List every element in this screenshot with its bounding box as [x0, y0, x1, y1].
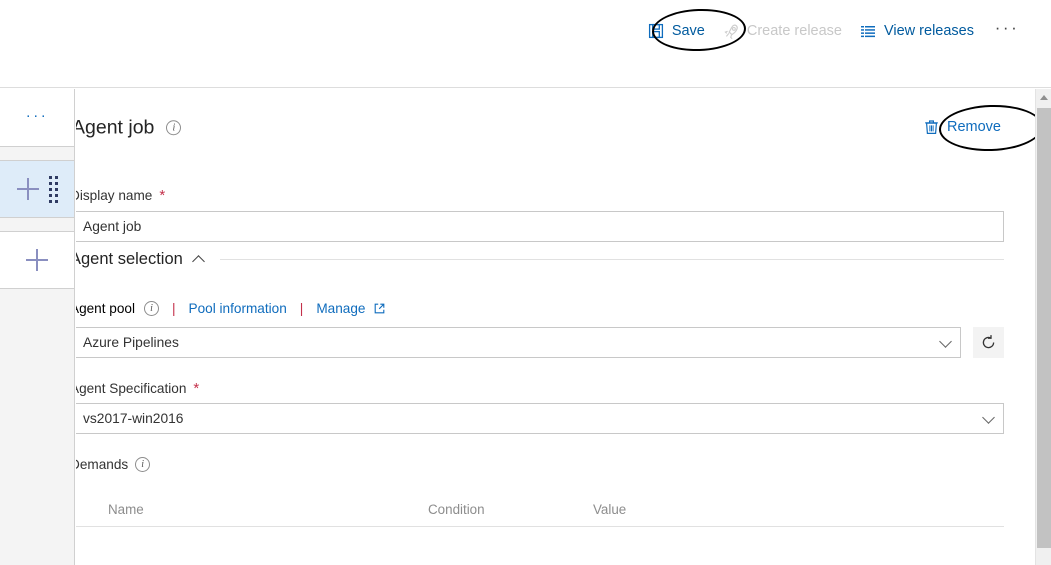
- rocket-icon: [723, 23, 740, 40]
- agent-selection-label: Agent selection: [76, 250, 183, 268]
- separator: |: [172, 301, 176, 316]
- display-name-input[interactable]: [76, 211, 1004, 242]
- rail-divider-1: [0, 147, 74, 161]
- refresh-icon: [980, 334, 997, 351]
- demands-table-header: Name Condition Value: [76, 493, 1004, 527]
- remove-button-label: Remove: [947, 119, 1001, 135]
- info-icon[interactable]: i: [166, 120, 182, 136]
- view-releases-button[interactable]: View releases: [851, 18, 983, 44]
- demands-label: Demands i: [76, 457, 151, 472]
- section-divider: [219, 259, 1004, 260]
- rail-divider-2: [0, 218, 74, 232]
- toolbar-overflow-ellipsis-icon[interactable]: ···: [993, 18, 1021, 44]
- page-title-text: Agent job: [76, 116, 155, 139]
- agent-specification-dropdown[interactable]: vs2017-win2016: [76, 403, 1004, 434]
- display-name-label: Display name *: [76, 188, 165, 203]
- plus-icon: [26, 249, 48, 271]
- required-marker: *: [159, 187, 166, 204]
- required-marker: *: [193, 380, 200, 397]
- toolbar-actions: Save Create release View releases ···: [639, 18, 1021, 44]
- agent-pool-dropdown[interactable]: Azure Pipelines: [76, 327, 961, 358]
- create-release-button[interactable]: Create release: [714, 18, 851, 44]
- agent-pool-row: Azure Pipelines: [76, 327, 1004, 358]
- agent-specification-label-text: Agent Specification: [76, 381, 187, 396]
- info-icon[interactable]: i: [135, 457, 151, 472]
- agent-selection-section-header[interactable]: Agent selection: [76, 250, 1004, 269]
- agent-pool-selected-value: Azure Pipelines: [83, 335, 179, 350]
- chevron-down-icon: [983, 413, 994, 424]
- drag-handle-icon[interactable]: [48, 175, 58, 203]
- demands-label-text: Demands: [76, 457, 129, 472]
- external-link-icon: [374, 303, 385, 314]
- save-disk-icon: [648, 23, 665, 40]
- sidebar-item-add-stage[interactable]: [0, 232, 74, 289]
- info-icon[interactable]: i: [144, 301, 160, 316]
- display-name-label-text: Display name: [76, 188, 153, 203]
- top-toolbar: Save Create release View releases ···: [0, 0, 1051, 88]
- agent-pool-label-row: Agent pool i | Pool information | Manage: [76, 301, 385, 316]
- remove-button[interactable]: Remove: [919, 116, 1006, 138]
- caret-up-icon[interactable]: [1036, 89, 1051, 106]
- list-icon: [860, 23, 877, 40]
- agent-pool-label: Agent pool: [76, 301, 136, 316]
- create-release-button-label: Create release: [746, 22, 842, 39]
- pool-information-link[interactable]: Pool information: [189, 301, 287, 316]
- agent-job-config-panel: Agent job i Remove Display name * Agent …: [76, 89, 1035, 565]
- save-button-label: Save: [671, 22, 705, 39]
- demands-table: Name Condition Value: [76, 493, 1004, 527]
- agent-specification-selected-value: vs2017-win2016: [83, 411, 184, 426]
- scrollbar-thumb[interactable]: [1037, 108, 1051, 548]
- trash-icon: [924, 119, 939, 135]
- agent-specification-label: Agent Specification *: [76, 381, 199, 396]
- sidebar-item-add-agent-job[interactable]: [0, 161, 74, 218]
- refresh-agent-pools-button[interactable]: [973, 327, 1004, 358]
- page-title: Agent job i: [76, 116, 182, 139]
- plus-icon: [16, 178, 39, 200]
- save-button[interactable]: Save: [639, 18, 714, 44]
- column-header-name: Name: [108, 502, 144, 517]
- separator: |: [299, 301, 304, 316]
- manage-link[interactable]: Manage: [316, 301, 365, 316]
- column-header-condition: Condition: [428, 502, 485, 517]
- view-releases-button-label: View releases: [883, 22, 974, 39]
- pipeline-agent-job-screen: Save Create release View releases ··· ··…: [0, 0, 1051, 565]
- column-header-value: Value: [593, 502, 627, 517]
- chevron-up-icon[interactable]: [194, 254, 205, 265]
- pipeline-stage-rail: ···: [0, 89, 75, 565]
- vertical-scrollbar[interactable]: [1035, 89, 1051, 565]
- sidebar-item-pipeline-overflow[interactable]: ···: [0, 89, 74, 147]
- ellipsis-icon: ···: [25, 106, 49, 124]
- chevron-down-icon: [940, 337, 951, 348]
